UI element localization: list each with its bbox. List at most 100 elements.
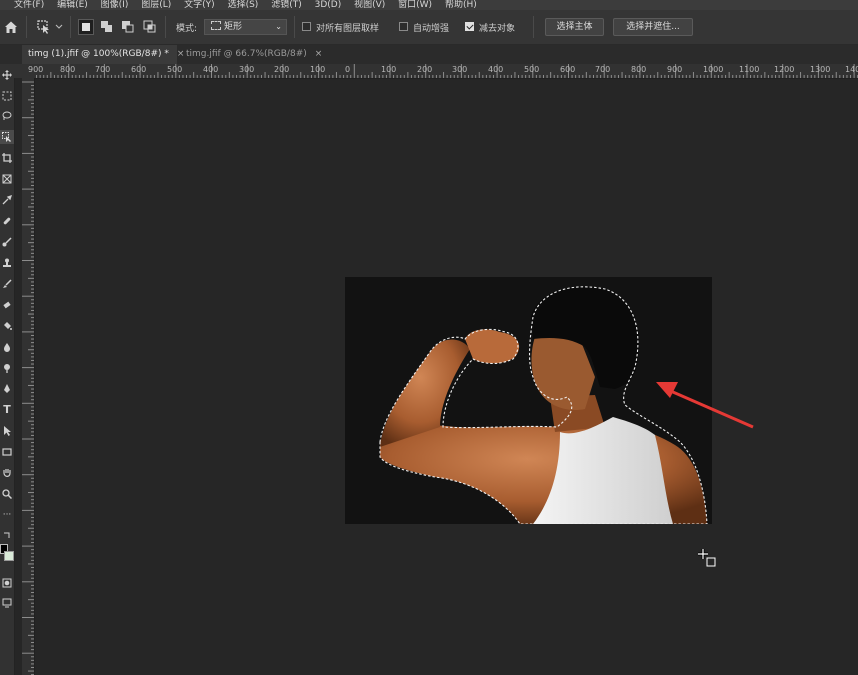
add-to-selection-button[interactable] — [99, 19, 115, 35]
document-tab-bar: timg (1).jfif @ 100%(RGB/8#) * × timg.jfi… — [0, 45, 858, 64]
close-icon[interactable]: × — [315, 49, 323, 59]
divider — [26, 16, 27, 38]
zoom-tool-icon[interactable] — [0, 487, 14, 501]
ruler-label: 700 — [95, 65, 111, 74]
brush-tool-icon[interactable] — [0, 235, 14, 249]
menu-bar: 文件(F) 编辑(E) 图像(I) 图层(L) 文字(Y) 选择(S) 滤镜(T… — [0, 0, 858, 10]
select-subject-button[interactable]: 选择主体 — [545, 18, 604, 36]
horizontal-ruler[interactable]: 900 800 700 600 500 400 300 200 100 0 10… — [28, 64, 858, 79]
ruler-label: 1100 — [739, 65, 760, 74]
rectangle-tool-icon[interactable] — [0, 445, 14, 459]
ruler-ticks — [22, 81, 34, 675]
clone-stamp-tool-icon[interactable] — [0, 256, 14, 270]
sample-all-layers-checkbox[interactable] — [302, 22, 311, 31]
swap-colors-icon[interactable] — [0, 528, 14, 542]
new-selection-button[interactable] — [78, 19, 94, 35]
eyedropper-tool-icon[interactable] — [0, 193, 14, 207]
paint-bucket-tool-icon[interactable] — [0, 319, 14, 333]
quick-mask-icon[interactable] — [0, 576, 14, 590]
menu-3d[interactable]: 3D(D) — [315, 0, 342, 10]
subtract-from-selection-button[interactable] — [120, 19, 136, 35]
lasso-tool-icon[interactable] — [0, 109, 14, 123]
background-color-swatch[interactable] — [4, 551, 14, 561]
ruler-label: 900 — [667, 65, 683, 74]
ruler-label: 200 — [274, 65, 290, 74]
menu-select[interactable]: 选择(S) — [228, 0, 259, 10]
ruler-ticks — [36, 64, 858, 78]
auto-enhance-label: 自动增强 — [413, 24, 450, 34]
vertical-ruler[interactable] — [22, 78, 35, 675]
mode-dropdown[interactable]: 矩形 ⌄ — [204, 19, 287, 35]
menu-view[interactable]: 视图(V) — [354, 0, 385, 10]
healing-brush-tool-icon[interactable] — [0, 214, 14, 228]
crop-tool-icon[interactable] — [0, 151, 14, 165]
object-selection-tool-icon[interactable] — [0, 130, 14, 144]
ruler-label: 200 — [417, 65, 433, 74]
ruler-label: 500 — [167, 65, 183, 74]
annotation-arrow-icon — [656, 382, 754, 429]
ruler-label: 500 — [524, 65, 540, 74]
tab-timg-1[interactable]: timg (1).jfif @ 100%(RGB/8#) * × — [22, 45, 184, 64]
divider — [165, 16, 166, 38]
mode-value: 矩形 — [224, 22, 243, 32]
ruler-label: 1300 — [810, 65, 831, 74]
ruler-label: 0 — [345, 65, 351, 74]
menu-help[interactable]: 帮助(H) — [445, 0, 477, 10]
subtract-object-label: 减去对象 — [479, 24, 516, 34]
dashed-rect-icon — [211, 21, 221, 30]
tab-timg[interactable]: timg.jfif @ 66.7%(RGB/8#) × — [180, 45, 322, 64]
menu-window[interactable]: 窗口(W) — [398, 0, 432, 10]
ruler-label: 800 — [631, 65, 647, 74]
tools-panel: T ··· — [0, 64, 15, 675]
mode-label: 模式: — [176, 24, 198, 34]
ruler-label: 300 — [452, 65, 468, 74]
pen-tool-icon[interactable] — [0, 382, 14, 396]
sample-all-layers-label: 对所有图层取样 — [316, 24, 380, 34]
chevron-down-icon: ⌄ — [275, 22, 282, 31]
ruler-label: 700 — [595, 65, 611, 74]
menu-layer[interactable]: 图层(L) — [141, 0, 171, 10]
ruler-label: 300 — [239, 65, 255, 74]
ruler-label: 600 — [131, 65, 147, 74]
menu-type[interactable]: 文字(Y) — [184, 0, 215, 10]
auto-enhance-checkbox[interactable] — [399, 22, 408, 31]
select-and-mask-button[interactable]: 选择并遮住... — [613, 18, 693, 36]
screen-mode-icon[interactable] — [0, 596, 14, 610]
home-icon[interactable] — [4, 20, 18, 34]
ruler-label: 600 — [560, 65, 576, 74]
eraser-tool-icon[interactable] — [0, 298, 14, 312]
tab-label: timg (1).jfif @ 100%(RGB/8#) * — [28, 49, 169, 59]
marquee-tool-icon[interactable] — [0, 89, 14, 103]
menu-edit[interactable]: 编辑(E) — [57, 0, 88, 10]
ruler-label: 1000 — [703, 65, 724, 74]
divider — [294, 16, 295, 38]
ruler-label: 400 — [488, 65, 504, 74]
menu-image[interactable]: 图像(I) — [101, 0, 129, 10]
divider — [70, 16, 71, 38]
subtract-object-checkbox[interactable] — [465, 22, 474, 31]
ruler-label: 100 — [381, 65, 397, 74]
object-selection-tool-icon — [37, 20, 63, 34]
frame-tool-icon[interactable] — [0, 172, 14, 186]
intersect-selection-button[interactable] — [142, 19, 158, 35]
path-selection-tool-icon[interactable] — [0, 424, 14, 438]
ruler-label: 100 — [310, 65, 326, 74]
tab-label: timg.jfif @ 66.7%(RGB/8#) — [186, 49, 307, 59]
ruler-label: 1200 — [774, 65, 795, 74]
menu-filter[interactable]: 滤镜(T) — [271, 0, 302, 10]
blur-tool-icon[interactable] — [0, 340, 14, 354]
ruler-label: 900 — [28, 65, 44, 74]
history-brush-tool-icon[interactable] — [0, 277, 14, 291]
menu-file[interactable]: 文件(F) — [14, 0, 44, 10]
ruler-label: 800 — [60, 65, 76, 74]
ruler-label: 140 — [845, 65, 858, 74]
move-tool-icon[interactable] — [0, 68, 14, 82]
hand-tool-icon[interactable] — [0, 466, 14, 480]
tool-preset-picker[interactable] — [36, 19, 64, 35]
divider — [533, 16, 534, 38]
options-bar: 模式: 矩形 ⌄ 对所有图层取样 自动增强 减去对象 选择主体 选择并遮住... — [0, 10, 858, 45]
more-tools-icon[interactable]: ··· — [0, 508, 14, 522]
type-tool-icon[interactable]: T — [0, 403, 14, 417]
ruler-label: 400 — [203, 65, 219, 74]
dodge-tool-icon[interactable] — [0, 361, 14, 375]
